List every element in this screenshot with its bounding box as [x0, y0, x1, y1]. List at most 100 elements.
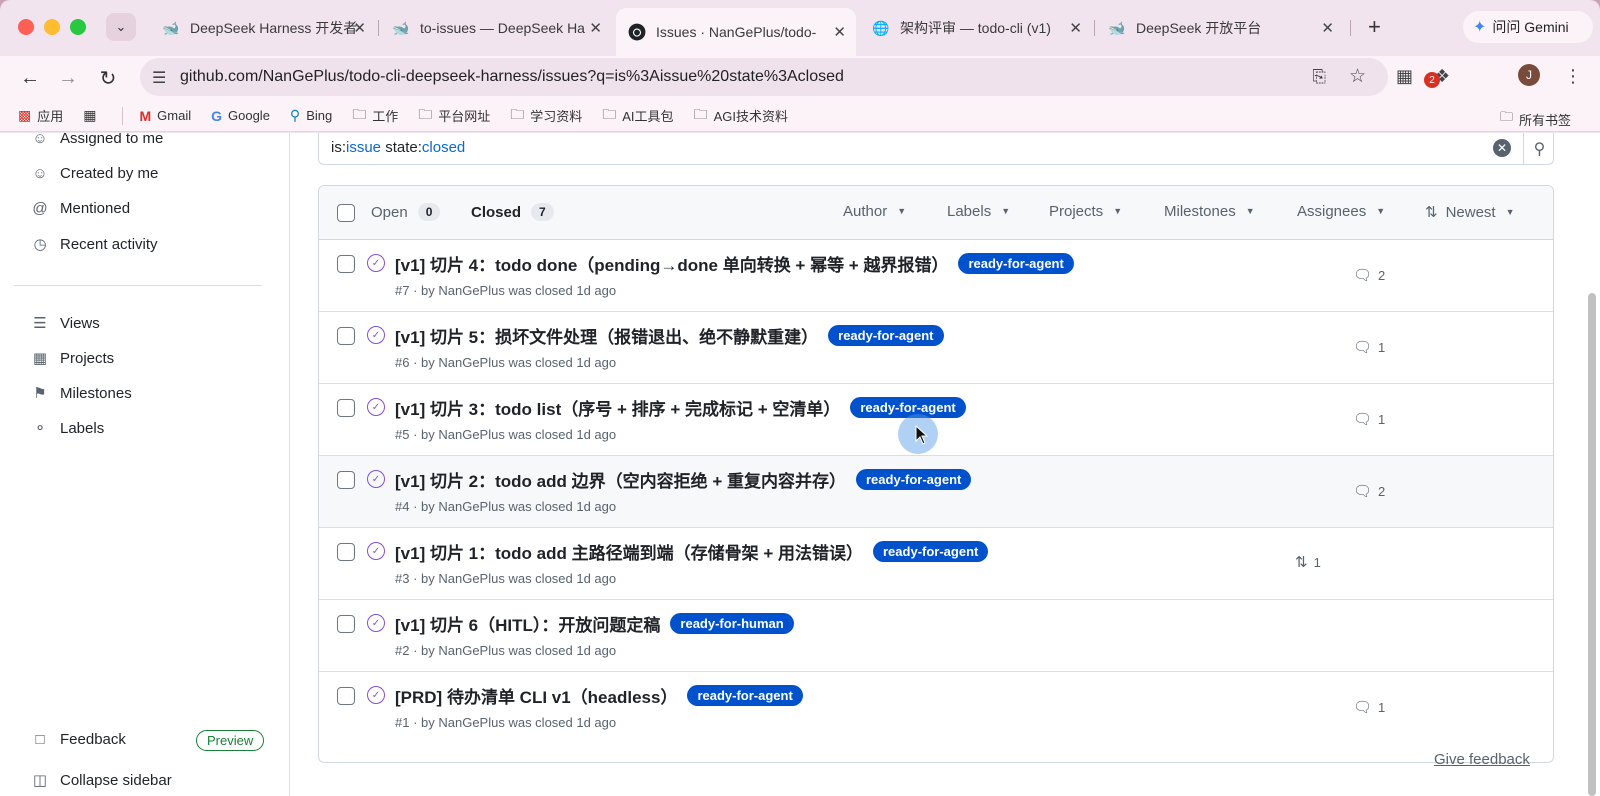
clear-search-icon[interactable]: ✕ — [1493, 139, 1511, 157]
browser-tab-active[interactable]: Issues · NanGePlus/todo- ✕ — [616, 8, 856, 56]
browser-tab[interactable]: 🐋 DeepSeek 开放平台 ✕ — [1096, 10, 1344, 46]
issue-row[interactable]: ✓ [v1] 切片 6（HITL）：开放问题定稿 ready-for-human … — [319, 600, 1553, 672]
close-tab-icon[interactable]: ✕ — [353, 19, 366, 37]
issue-title[interactable]: [v1] 切片 3：todo list（序号 + 排序 + 完成标记 + 空清单… — [395, 395, 840, 420]
issue-title-link[interactable]: [v1] 切片 4：todo done（pending→done 单向转换 + … — [395, 251, 1074, 276]
minimize-window-button[interactable] — [44, 19, 60, 35]
sidebar-item-mentioned[interactable]: @ Mentioned — [30, 200, 130, 217]
give-feedback-link[interactable]: Give feedback — [1434, 751, 1530, 768]
browser-tab[interactable]: 🐋 DeepSeek Harness 开发者 ✕ — [150, 10, 376, 46]
issue-title[interactable]: [v1] 切片 6（HITL）：开放问题定稿 — [395, 611, 660, 636]
issue-title[interactable]: [PRD] 待办清单 CLI v1（headless） — [395, 683, 677, 708]
sidebar-item-views[interactable]: ☰ Views — [30, 314, 99, 333]
bookmark-folder[interactable]: 🗀 AI工具包 — [602, 104, 673, 128]
bookmark-folder[interactable]: 🗀 学习资料 — [510, 104, 582, 128]
comments-link[interactable]: 🗨 1 — [1353, 338, 1385, 356]
sidebar-item-labels[interactable]: ⚬ Labels — [30, 419, 105, 438]
author-filter[interactable]: Author ▼ — [843, 203, 906, 220]
comments-link[interactable]: 🗨 2 — [1353, 482, 1385, 500]
sidebar-item-feedback[interactable]: □ Feedback — [30, 731, 125, 748]
close-tab-icon[interactable]: ✕ — [589, 19, 602, 37]
search-query[interactable]: is:issue state:closed — [331, 139, 465, 156]
bookmark-star-icon[interactable]: ☆ — [1349, 65, 1366, 88]
bookmark-apps[interactable]: ▩ 应用 — [18, 106, 63, 125]
issue-label[interactable]: ready-for-agent — [873, 541, 989, 562]
issue-checkbox[interactable] — [337, 255, 355, 273]
extension-icon[interactable]: ▦ — [1396, 66, 1413, 87]
all-bookmarks[interactable]: 🗀 所有书签 — [1500, 108, 1571, 130]
issue-label[interactable]: ready-for-agent — [828, 325, 944, 346]
close-tab-icon[interactable]: ✕ — [1321, 19, 1334, 37]
linked-pr-link[interactable]: ⇅ 1 — [1295, 553, 1321, 571]
select-all-checkbox[interactable] — [337, 204, 355, 222]
tab-open[interactable]: Open 0 — [371, 203, 441, 221]
sort-dropdown[interactable]: ⇅ Newest ▼ — [1425, 203, 1515, 221]
issue-title-link[interactable]: [v1] 切片 5：损坏文件处理（报错退出、绝不静默重建） ready-for-a… — [395, 323, 944, 348]
issue-title[interactable]: [v1] 切片 1：todo add 主路径端到端（存储骨架 + 用法错误） — [395, 539, 863, 564]
browser-menu-icon[interactable]: ⋮ — [1564, 66, 1582, 87]
gemini-button[interactable]: ✦ 问问 Gemini — [1463, 11, 1593, 43]
url-text[interactable]: github.com/NanGePlus/todo-cli-deepseek-h… — [180, 68, 844, 86]
profile-avatar[interactable]: J — [1518, 64, 1540, 86]
install-app-icon[interactable]: ⎘ — [1312, 67, 1326, 87]
page-scrollbar[interactable] — [1588, 293, 1596, 796]
issue-title-link[interactable]: [v1] 切片 3：todo list（序号 + 排序 + 完成标记 + 空清单… — [395, 395, 966, 420]
issue-title[interactable]: [v1] 切片 2：todo add 边界（空内容拒绝 + 重复内容并存） — [395, 467, 846, 492]
comments-link[interactable]: 🗨 1 — [1353, 698, 1385, 716]
issue-row[interactable]: ✓ [v1] 切片 2：todo add 边界（空内容拒绝 + 重复内容并存） r… — [319, 456, 1553, 528]
issue-title[interactable]: [v1] 切片 4：todo done（pending→done 单向转换 + … — [395, 251, 948, 276]
bookmark-folder[interactable]: 🗀 AGI技术资料 — [694, 104, 788, 128]
issues-search-input[interactable]: is:issue state:closed ✕ ⚲ — [318, 133, 1554, 165]
maximize-window-button[interactable] — [70, 19, 86, 35]
projects-filter[interactable]: Projects ▼ — [1049, 203, 1122, 220]
bookmark-folder[interactable]: 🗀 平台网址 — [418, 104, 490, 128]
browser-tab[interactable]: 🌐 架构评审 — todo-cli (v1) ✕ — [860, 10, 1092, 46]
issue-title-link[interactable]: [PRD] 待办清单 CLI v1（headless） ready-for-age… — [395, 683, 803, 708]
sidebar-item-created[interactable]: ☺ Created by me — [30, 165, 158, 182]
issue-title-link[interactable]: [v1] 切片 2：todo add 边界（空内容拒绝 + 重复内容并存） rea… — [395, 467, 972, 492]
forward-arrow-icon[interactable]: → — [54, 64, 82, 92]
comments-link[interactable]: 🗨 2 — [1353, 266, 1385, 284]
close-window-button[interactable] — [18, 19, 34, 35]
issue-title-link[interactable]: [v1] 切片 6（HITL）：开放问题定稿 ready-for-human — [395, 611, 794, 636]
issue-checkbox[interactable] — [337, 327, 355, 345]
assignees-filter[interactable]: Assignees ▼ — [1297, 203, 1385, 220]
issue-row[interactable]: ✓ [v1] 切片 1：todo add 主路径端到端（存储骨架 + 用法错误）… — [319, 528, 1553, 600]
search-icon[interactable]: ⚲ — [1523, 133, 1555, 164]
collapse-sidebar-button[interactable]: ◫ Collapse sidebar — [30, 771, 172, 790]
issue-row[interactable]: ✓ [v1] 切片 4：todo done（pending→done 单向转换 … — [319, 240, 1553, 312]
back-arrow-icon[interactable]: ← — [16, 64, 44, 92]
sidebar-item-projects[interactable]: ▦ Projects — [30, 349, 114, 368]
issue-checkbox[interactable] — [337, 471, 355, 489]
issue-checkbox[interactable] — [337, 399, 355, 417]
sidebar-item-assigned[interactable]: ☺ Assigned to me — [30, 133, 163, 147]
bookmark-bing[interactable]: ⚲ Bing — [290, 107, 332, 124]
tab-closed[interactable]: Closed 7 — [471, 203, 554, 221]
issue-row[interactable]: ✓ [v1] 切片 5：损坏文件处理（报错退出、绝不静默重建） ready-for… — [319, 312, 1553, 384]
issue-label[interactable]: ready-for-agent — [687, 685, 803, 706]
issue-label[interactable]: ready-for-human — [670, 613, 794, 634]
reload-icon[interactable]: ↻ — [94, 64, 122, 92]
issue-title-link[interactable]: [v1] 切片 1：todo add 主路径端到端（存储骨架 + 用法错误） re… — [395, 539, 989, 564]
issue-title[interactable]: [v1] 切片 5：损坏文件处理（报错退出、绝不静默重建） — [395, 323, 818, 348]
close-tab-icon[interactable]: ✕ — [833, 23, 846, 41]
tab-groups-icon[interactable]: ▦ — [83, 107, 102, 124]
tab-search-chevron-icon[interactable]: ⌄ — [106, 13, 136, 41]
sidebar-item-milestones[interactable]: ⚑ Milestones — [30, 384, 131, 403]
issue-checkbox[interactable] — [337, 615, 355, 633]
issue-label[interactable]: ready-for-agent — [856, 469, 972, 490]
issue-checkbox[interactable] — [337, 543, 355, 561]
bookmark-google[interactable]: G Google — [211, 108, 270, 124]
issue-label[interactable]: ready-for-agent — [958, 253, 1074, 274]
browser-tab[interactable]: 🐋 to-issues — DeepSeek Ha ✕ — [380, 10, 612, 46]
new-tab-button[interactable]: + — [1368, 14, 1381, 40]
site-info-icon[interactable]: ☰ — [152, 68, 166, 88]
issue-label[interactable]: ready-for-agent — [850, 397, 966, 418]
sidebar-item-recent[interactable]: ◷ Recent activity — [30, 235, 157, 254]
close-tab-icon[interactable]: ✕ — [1069, 19, 1082, 37]
bookmark-gmail[interactable]: M Gmail — [139, 108, 191, 124]
labels-filter[interactable]: Labels ▼ — [947, 203, 1010, 220]
issue-row[interactable]: ✓ [v1] 切片 3：todo list（序号 + 排序 + 完成标记 + 空… — [319, 384, 1553, 456]
issue-checkbox[interactable] — [337, 687, 355, 705]
issue-row[interactable]: ✓ [PRD] 待办清单 CLI v1（headless） ready-for-a… — [319, 672, 1553, 744]
